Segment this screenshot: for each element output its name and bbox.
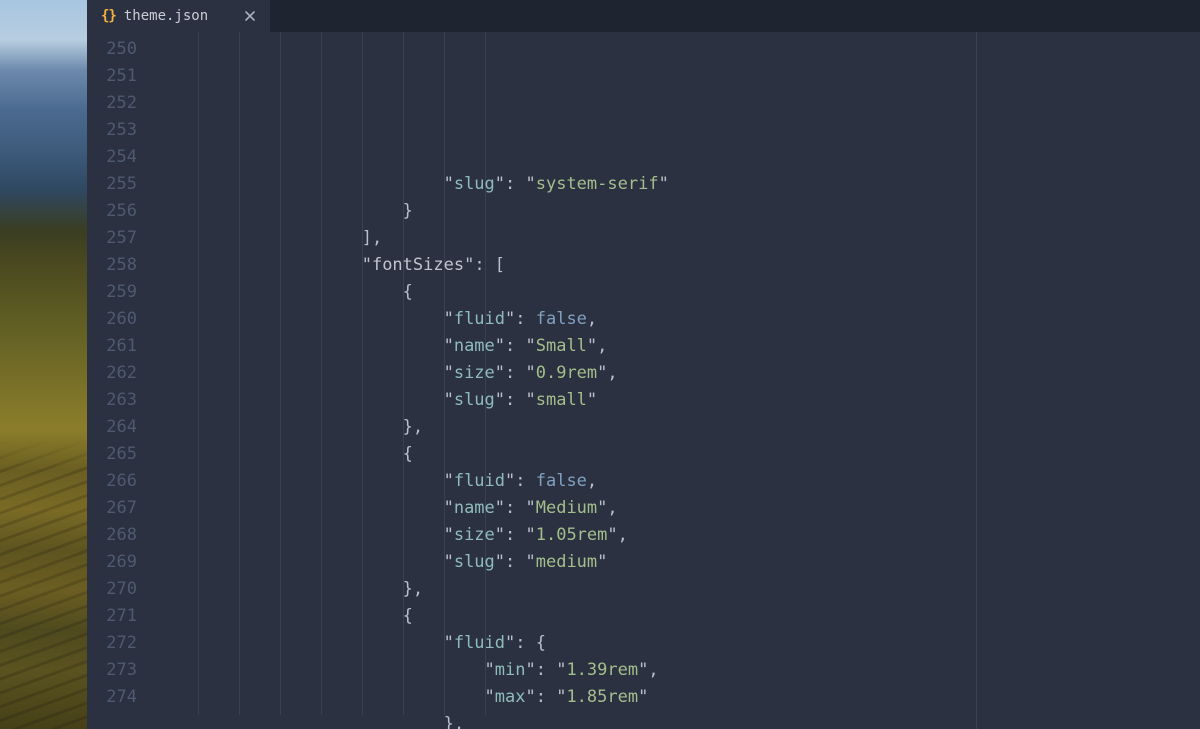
line-number: 267 xyxy=(87,495,137,522)
line-number: 274 xyxy=(87,684,137,711)
close-icon[interactable] xyxy=(242,8,258,24)
code-line[interactable]: { xyxy=(157,279,1200,306)
code-line[interactable]: }, xyxy=(157,576,1200,603)
line-number: 269 xyxy=(87,549,137,576)
line-number: 258 xyxy=(87,252,137,279)
line-number: 259 xyxy=(87,279,137,306)
line-number: 271 xyxy=(87,603,137,630)
code-line[interactable]: }, xyxy=(157,711,1200,729)
line-number: 270 xyxy=(87,576,137,603)
code-line[interactable]: }, xyxy=(157,414,1200,441)
code-line[interactable]: } xyxy=(157,198,1200,225)
code-area[interactable]: "slug": "system-serif" } ], "fontSizes":… xyxy=(157,32,1200,729)
code-line[interactable]: "fluid": false, xyxy=(157,468,1200,495)
line-number: 272 xyxy=(87,630,137,657)
line-number: 268 xyxy=(87,522,137,549)
code-line[interactable]: "min": "1.39rem", xyxy=(157,657,1200,684)
line-number: 262 xyxy=(87,360,137,387)
code-line[interactable]: { xyxy=(157,441,1200,468)
code-line[interactable]: "slug": "medium" xyxy=(157,549,1200,576)
editor-window: {} theme.json 25025125225325425525625725… xyxy=(87,0,1200,729)
code-line[interactable]: "fontSizes": [ xyxy=(157,252,1200,279)
line-number: 256 xyxy=(87,198,137,225)
line-number: 254 xyxy=(87,144,137,171)
tab-theme-json[interactable]: {} theme.json xyxy=(87,0,271,32)
code-line[interactable]: "fluid": false, xyxy=(157,306,1200,333)
code-line[interactable]: "fluid": { xyxy=(157,630,1200,657)
code-line[interactable]: "name": "Small", xyxy=(157,333,1200,360)
line-number: 265 xyxy=(87,441,137,468)
line-number: 255 xyxy=(87,171,137,198)
line-number: 263 xyxy=(87,387,137,414)
line-number: 264 xyxy=(87,414,137,441)
editor-body[interactable]: 2502512522532542552562572582592602612622… xyxy=(87,32,1200,729)
code-line[interactable]: "size": "1.05rem", xyxy=(157,522,1200,549)
line-number: 253 xyxy=(87,117,137,144)
line-number: 260 xyxy=(87,306,137,333)
code-line[interactable]: "size": "0.9rem", xyxy=(157,360,1200,387)
line-number-gutter: 2502512522532542552562572582592602612622… xyxy=(87,32,157,729)
line-number: 250 xyxy=(87,36,137,63)
code-line[interactable]: "name": "Medium", xyxy=(157,495,1200,522)
code-line[interactable]: { xyxy=(157,603,1200,630)
json-file-icon: {} xyxy=(101,8,116,24)
line-number: 251 xyxy=(87,63,137,90)
tab-bar: {} theme.json xyxy=(87,0,1200,32)
line-number: 273 xyxy=(87,657,137,684)
desktop-wallpaper xyxy=(0,0,87,729)
line-number: 261 xyxy=(87,333,137,360)
tab-label: theme.json xyxy=(124,8,234,24)
line-number: 257 xyxy=(87,225,137,252)
line-number: 266 xyxy=(87,468,137,495)
code-line[interactable]: "slug": "system-serif" xyxy=(157,171,1200,198)
line-number: 252 xyxy=(87,90,137,117)
code-line[interactable]: ], xyxy=(157,225,1200,252)
code-line[interactable]: "max": "1.85rem" xyxy=(157,684,1200,711)
code-line[interactable]: "slug": "small" xyxy=(157,387,1200,414)
